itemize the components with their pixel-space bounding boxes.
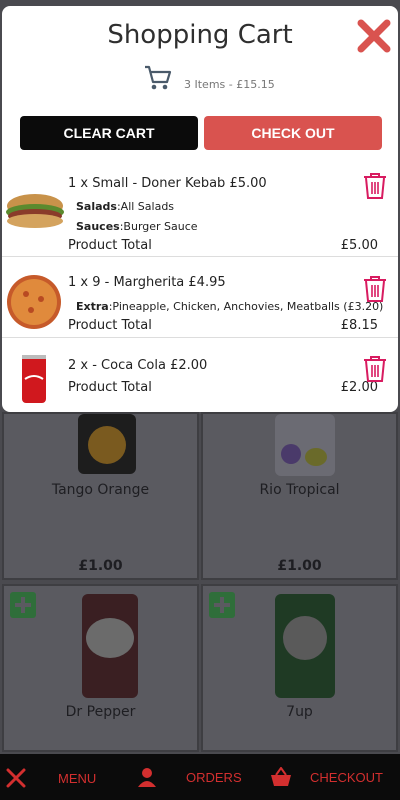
cart-item: 1 x 9 - Margherita £4.95 Extra:Pineapple… xyxy=(2,258,398,338)
nav-checkout-label: CHECKOUT xyxy=(310,769,383,785)
trash-icon[interactable] xyxy=(362,355,388,383)
user-icon xyxy=(138,768,156,787)
clear-cart-button[interactable]: CLEAR CART xyxy=(20,116,198,150)
close-icon[interactable] xyxy=(356,18,392,54)
coca-cola-can-image xyxy=(22,355,46,403)
kebab-image xyxy=(6,194,64,228)
nav-menu[interactable]: MENU xyxy=(6,768,96,788)
nav-menu-label: MENU xyxy=(58,770,97,786)
product-total-label: Product Total xyxy=(68,380,152,395)
cart-item: 1 x Small - Doner Kebab £5.00 Salads:All… xyxy=(2,160,398,257)
item-title: 2 x - Coca Cola £2.00 xyxy=(68,358,208,373)
basket-icon xyxy=(271,767,291,786)
checkout-button[interactable]: CHECK OUT xyxy=(204,116,382,150)
add-item-button[interactable] xyxy=(209,592,235,618)
item-option: Sauces:Burger Sauce xyxy=(76,220,198,233)
product-price: £1.00 xyxy=(78,558,123,574)
product-total-label: Product Total xyxy=(68,238,152,253)
nav-orders-label: ORDERS xyxy=(186,769,242,785)
product-card-rio-tropical[interactable]: Rio Tropical £1.00 xyxy=(201,412,398,580)
pizza-image xyxy=(7,275,61,329)
bottom-nav: MENU ORDERS CHECKOUT xyxy=(0,754,400,800)
product-total-value: £5.00 xyxy=(340,238,378,253)
dr-pepper-can-image xyxy=(82,594,138,698)
nav-orders[interactable]: ORDERS xyxy=(138,767,242,787)
item-title: 1 x 9 - Margherita £4.95 xyxy=(68,275,226,290)
product-name: Rio Tropical xyxy=(259,482,340,498)
product-name: Dr Pepper xyxy=(65,704,136,720)
product-total-value: £8.15 xyxy=(340,318,378,333)
product-price: £1.00 xyxy=(277,558,322,574)
cart-item: 2 x - Coca Cola £2.00 Product Total £2.0… xyxy=(2,339,398,412)
rio-can-image xyxy=(275,414,335,476)
cart-icon xyxy=(145,65,172,90)
shopping-cart-modal: Shopping Cart 3 Items - £15.15 CLEAR CAR… xyxy=(2,6,398,412)
cart-summary-text: 3 Items - £15.15 xyxy=(184,77,275,91)
product-card-dr-pepper[interactable]: Dr Pepper xyxy=(2,584,199,752)
product-name: 7up xyxy=(286,704,313,720)
trash-icon[interactable] xyxy=(362,275,388,303)
modal-title: Shopping Cart xyxy=(107,20,293,50)
tango-can-image xyxy=(78,414,136,474)
product-card-tango-orange[interactable]: Tango Orange £1.00 xyxy=(2,412,199,580)
trash-icon[interactable] xyxy=(362,172,388,200)
item-option: Extra:Pineapple, Chicken, Anchovies, Mea… xyxy=(76,300,384,313)
cart-summary: 3 Items - £15.15 xyxy=(144,64,275,92)
nav-checkout[interactable]: CHECKOUT xyxy=(270,767,383,787)
product-card-7up[interactable]: 7up xyxy=(201,584,398,752)
add-item-button[interactable] xyxy=(10,592,36,618)
7up-can-image xyxy=(275,594,335,698)
item-option: Salads:All Salads xyxy=(76,200,175,213)
item-title: 1 x Small - Doner Kebab £5.00 xyxy=(68,176,267,191)
product-total-label: Product Total xyxy=(68,318,152,333)
utensils-icon xyxy=(6,768,26,788)
product-name: Tango Orange xyxy=(51,482,150,498)
